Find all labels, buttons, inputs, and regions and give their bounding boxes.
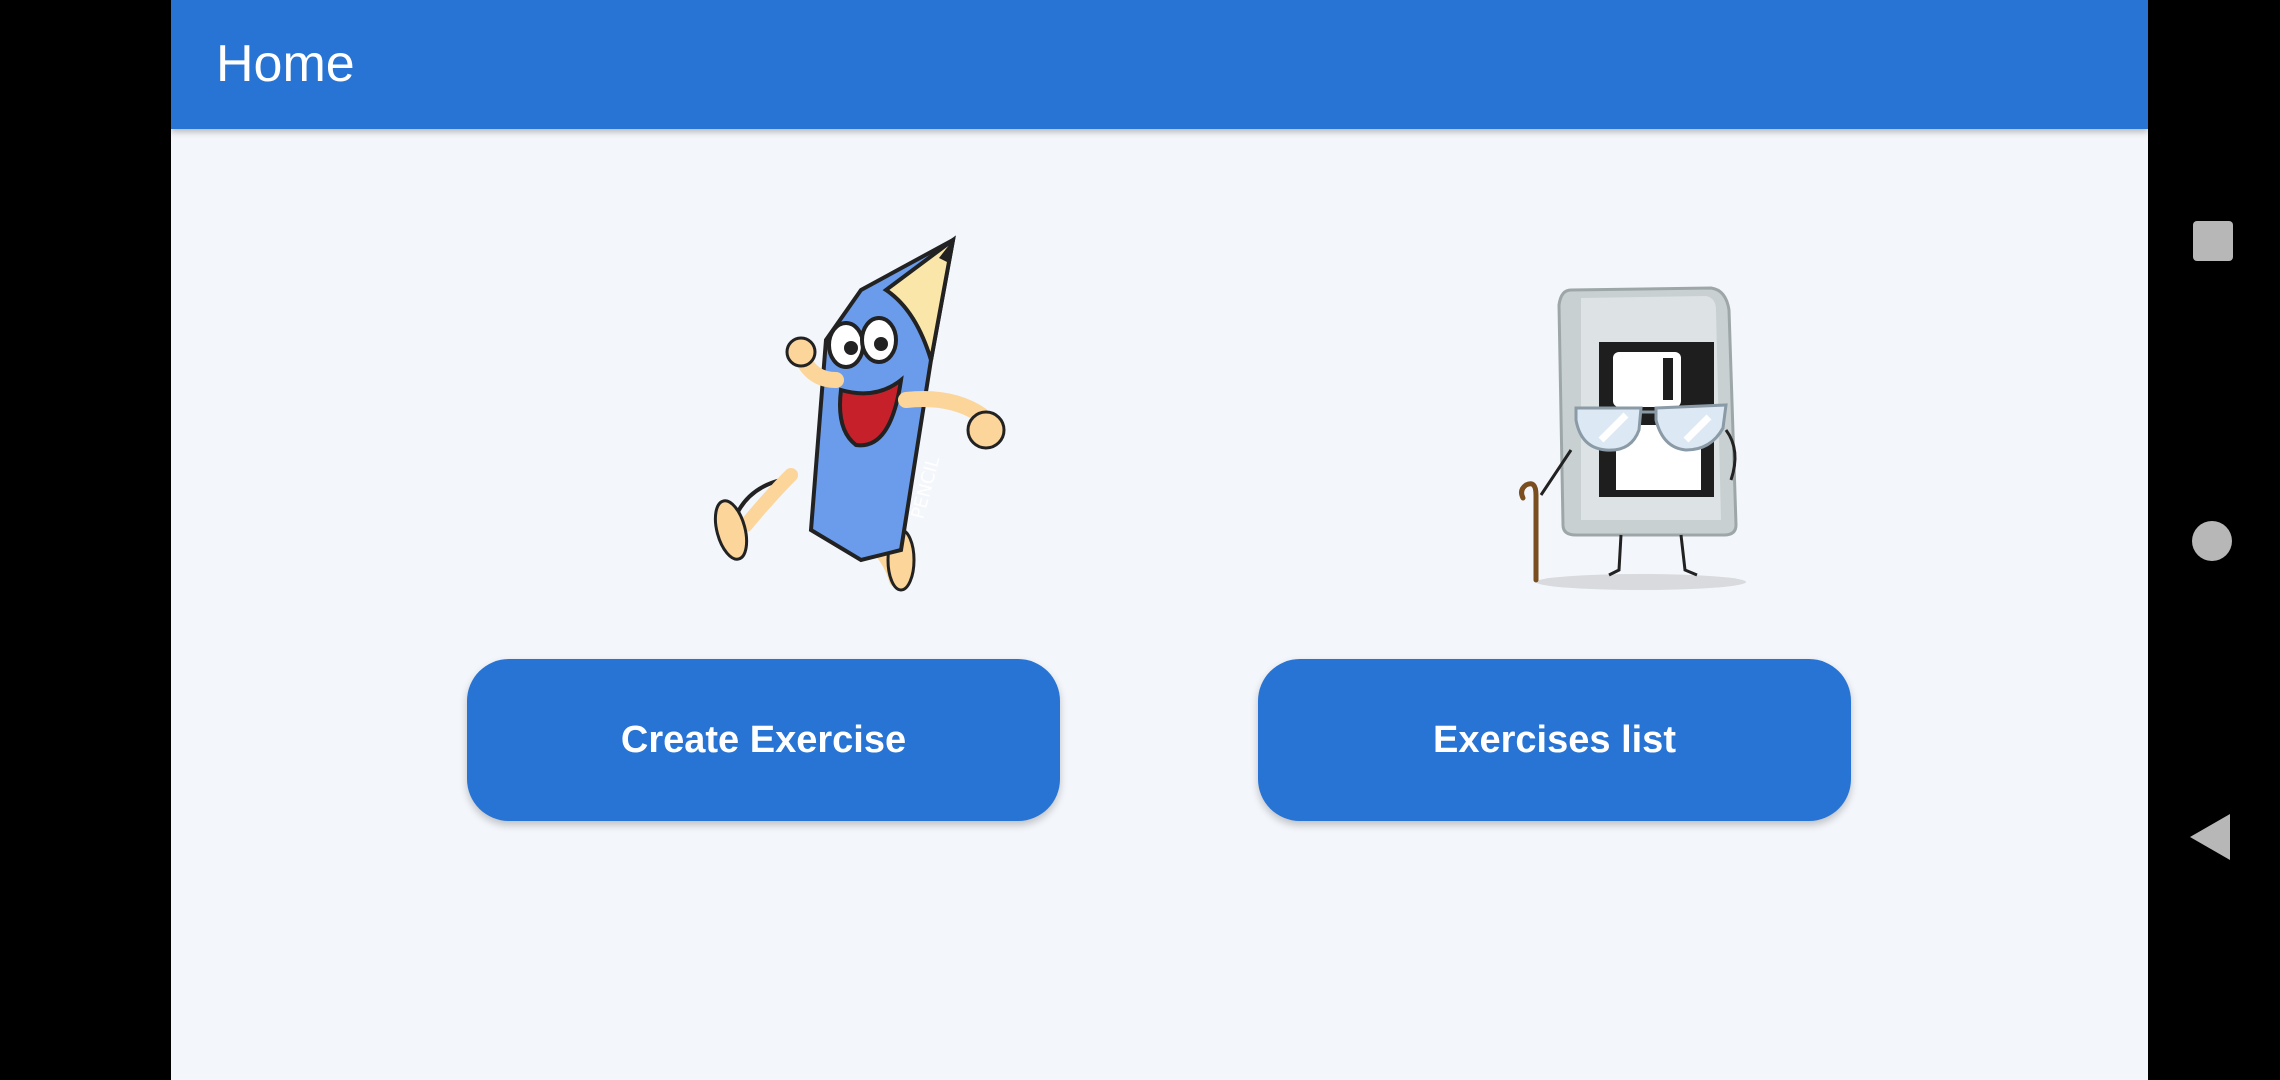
app-screen: Home PENCIL Create Exercise Exercises li… [171,0,2148,1080]
floppy-disk-illustration-icon [1441,280,1841,600]
home-circle-icon[interactable] [2192,521,2232,561]
page-title: Home [216,35,355,93]
back-triangle-icon[interactable] [2190,814,2230,860]
recents-square-icon[interactable] [2193,221,2233,261]
pencil-illustration-icon: PENCIL [631,230,1051,600]
exercises-list-button[interactable]: Exercises list [1258,659,1851,821]
system-navigation-bar [2148,0,2280,1080]
create-exercise-button[interactable]: Create Exercise [467,659,1060,821]
app-bar: Home [171,0,2148,129]
